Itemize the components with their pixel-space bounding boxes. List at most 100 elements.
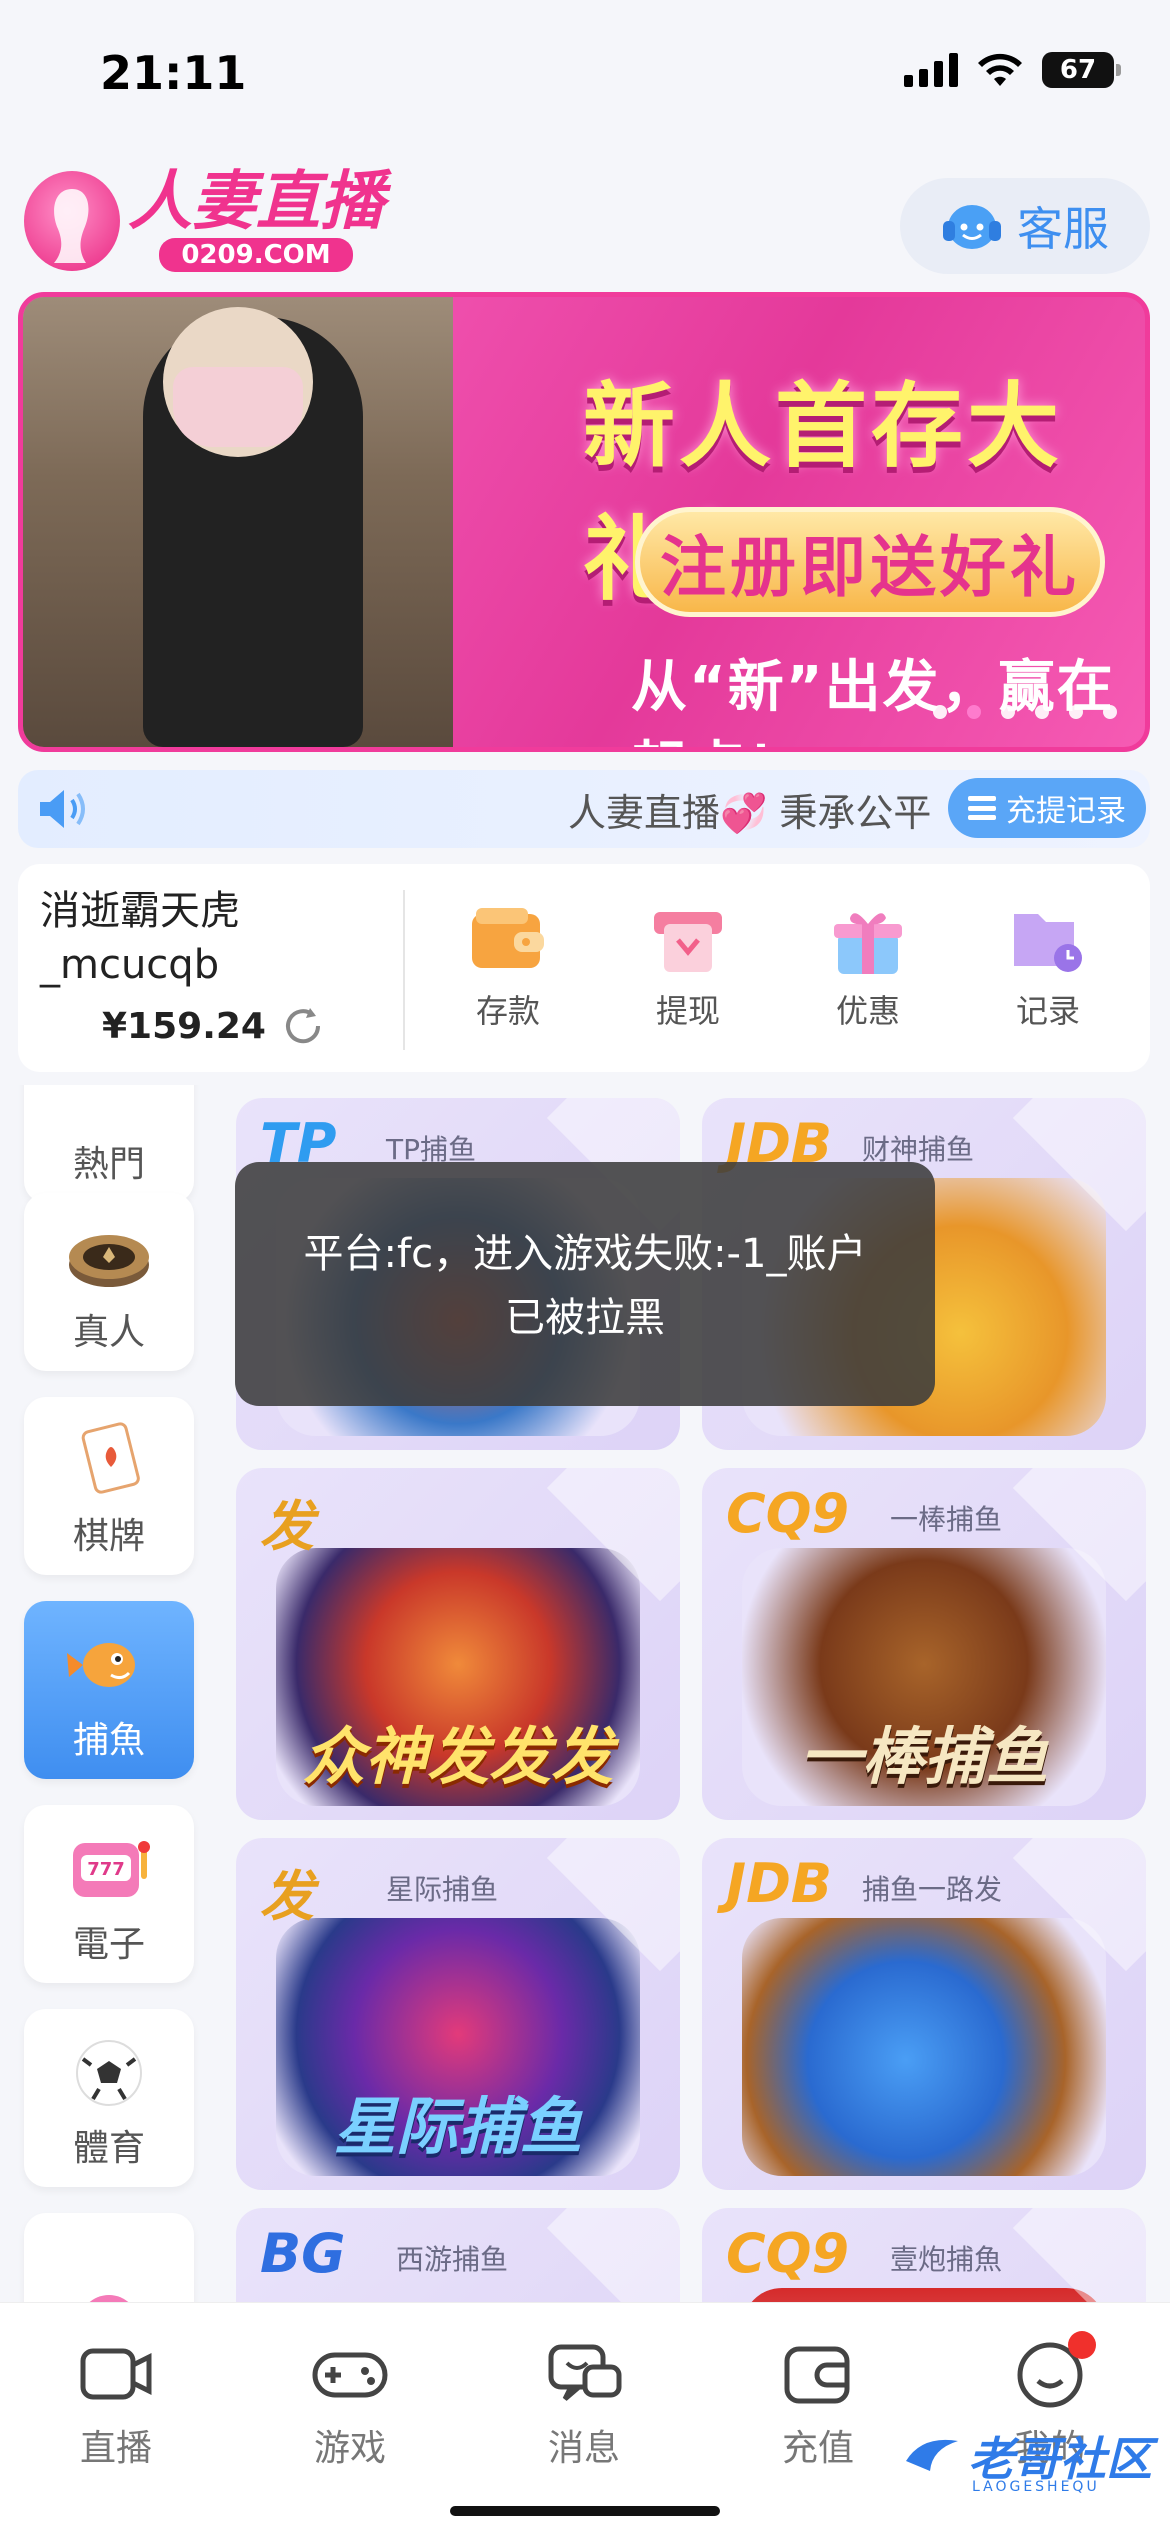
tab-recharge[interactable]: 充值 xyxy=(738,2337,898,2471)
withdraw-label: 提现 xyxy=(655,992,720,1030)
logo-emblem-icon xyxy=(24,171,120,271)
game-title: 星际捕鱼 xyxy=(333,2090,582,2163)
gamepad-icon xyxy=(312,2352,388,2398)
record-folder-icon xyxy=(1014,914,1082,972)
promotion-button[interactable]: 优惠 xyxy=(788,904,948,1032)
soccer-ball-icon xyxy=(76,2040,142,2106)
game-name: 捕鱼一路发 xyxy=(862,1873,1003,1906)
banner-photo xyxy=(23,297,453,747)
game-card-zhongshen[interactable]: 发 众神发发发 xyxy=(236,1468,680,1820)
customer-service-label: 客服 xyxy=(1017,202,1109,256)
category-live[interactable]: 真人 xyxy=(24,1193,194,1371)
battery-icon: 67 xyxy=(1042,52,1121,88)
banner-dot[interactable] xyxy=(1035,705,1049,719)
game-card-xingji[interactable]: 发 星际捕鱼 星际捕鱼 xyxy=(236,1838,680,2190)
category-sidebar: 熱門 真人 棋牌 捕魚 777 電子 體育 xyxy=(0,1085,220,2305)
banner-dot[interactable] xyxy=(1103,705,1117,719)
category-label: 捕魚 xyxy=(72,1720,145,1761)
category-sports[interactable]: 體育 xyxy=(24,2009,194,2187)
tab-label: 直播 xyxy=(79,2428,152,2469)
customer-service-button[interactable]: 客服 xyxy=(900,178,1150,274)
game-card-bg-xiyou[interactable]: BG 西游捕鱼 xyxy=(236,2208,680,2308)
game-brand-logo: CQ9 xyxy=(726,1482,850,1545)
category-slots[interactable]: 777 電子 xyxy=(24,1805,194,1983)
banner-pagination[interactable] xyxy=(933,705,1117,719)
username: 消逝霸天虎_mcucqb xyxy=(40,888,240,988)
tab-messages[interactable]: 消息 xyxy=(504,2337,664,2471)
category-label: 體育 xyxy=(72,2128,145,2169)
balance: ¥159.24 xyxy=(102,1006,266,1047)
message-icon xyxy=(548,2344,622,2401)
withdraw-button[interactable]: 提现 xyxy=(608,904,768,1032)
record-button-label: 充提记录 xyxy=(1006,794,1126,829)
tab-label: 游戏 xyxy=(313,2428,386,2469)
app-header: 人妻直播 0209.COM 客服 xyxy=(0,150,1170,290)
headset-icon xyxy=(943,205,1001,249)
game-brand-logo: 发 xyxy=(260,1495,314,1558)
tab-label: 充值 xyxy=(781,2428,854,2469)
records-button[interactable]: 记录 xyxy=(968,904,1128,1032)
wallet-icon xyxy=(472,908,544,968)
game-card-cq9-yibang[interactable]: CQ9 一棒捕鱼 一棒捕鱼 xyxy=(702,1468,1146,1820)
status-time: 21:11 xyxy=(100,46,247,100)
game-brand-logo: CQ9 xyxy=(726,2222,850,2285)
game-name: 壹炮捕魚 xyxy=(890,2243,1003,2276)
records-label: 记录 xyxy=(1015,992,1080,1030)
banner-dot[interactable] xyxy=(1001,705,1015,719)
watermark-subtext: LAOGESHEQU xyxy=(972,2479,1100,2495)
wallet-icon xyxy=(784,2346,850,2404)
marquee-text: 人妻直播💞 秉承公平 xyxy=(568,791,932,835)
game-card-cq9-yipao[interactable]: CQ9 壹炮捕魚 xyxy=(702,2208,1146,2308)
category-lottery[interactable]: 99 xyxy=(24,2213,194,2305)
watermark: 老哥社区 LAOGESHEQU xyxy=(902,2423,1152,2495)
promo-banner[interactable]: 新人首存大礼包 注册即送好礼 从“新”出发，赢在起点！ xyxy=(18,292,1150,752)
announcement-marquee[interactable]: 人妻直播💞 秉承公平 充提记录 xyxy=(18,770,1150,848)
watermark-logo-icon xyxy=(906,2439,958,2471)
account-actions: 存款 提现 优惠 记录 xyxy=(418,904,1138,1032)
game-name: 西游捕鱼 xyxy=(396,2243,509,2276)
refresh-icon[interactable] xyxy=(280,1004,326,1050)
game-title: 众神发发发 xyxy=(302,1720,613,1793)
game-title: 一棒捕鱼 xyxy=(799,1720,1048,1793)
notification-dot xyxy=(1068,2331,1096,2359)
divider xyxy=(403,890,405,1050)
hot-icon xyxy=(63,1085,155,1127)
category-label: 棋牌 xyxy=(72,1516,145,1557)
game-name: 星际捕鱼 xyxy=(386,1873,499,1906)
home-indicator xyxy=(450,2506,720,2516)
game-brand-logo: BG xyxy=(260,2222,346,2285)
signal-icon xyxy=(904,53,958,87)
game-brand-logo: 发 xyxy=(260,1865,314,1928)
error-toast: 平台:fc，进入游戏失败:-1_账户已被拉黑 xyxy=(235,1162,935,1406)
banner-slogan: 从“新”出发，赢在起点！ xyxy=(631,655,1115,747)
promotion-label: 优惠 xyxy=(835,992,900,1030)
banner-dot[interactable] xyxy=(933,705,947,719)
banner-dot[interactable] xyxy=(967,705,981,719)
deposit-withdraw-records-button[interactable]: 充提记录 xyxy=(948,778,1146,838)
category-cards[interactable]: 棋牌 xyxy=(24,1397,194,1575)
banner-dot[interactable] xyxy=(1069,705,1083,719)
category-label: 熱門 xyxy=(72,1144,145,1185)
logo-domain: 0209.COM xyxy=(159,238,353,272)
logo-title: 人妻直播 xyxy=(128,164,384,239)
speaker-icon xyxy=(40,790,85,828)
tab-live[interactable]: 直播 xyxy=(36,2337,196,2471)
category-label: 真人 xyxy=(72,1312,145,1353)
game-card-jdb-yilufa[interactable]: JDB 捕鱼一路发 xyxy=(702,1838,1146,2190)
app-logo: 人妻直播 0209.COM xyxy=(24,170,384,272)
deposit-button[interactable]: 存款 xyxy=(428,904,588,1032)
casino-chip-icon xyxy=(69,1235,149,1287)
status-bar: 21:11 67 xyxy=(0,0,1170,140)
tab-games[interactable]: 游戏 xyxy=(270,2337,430,2471)
category-label: 電子 xyxy=(72,1924,145,1965)
game-brand-logo: JDB xyxy=(726,1852,833,1915)
category-hot[interactable]: 熱門 xyxy=(24,1085,194,1203)
wifi-icon xyxy=(978,53,1022,86)
status-icons: 67 xyxy=(904,52,1121,88)
slot-machine-icon: 777 xyxy=(73,1841,150,1897)
game-name: 一棒捕鱼 xyxy=(890,1503,1003,1536)
banner-pill-text: 注册即送好礼 xyxy=(660,529,1080,606)
account-card: 消逝霸天虎_mcucqb ¥159.24 存款 提现 优惠 记录 xyxy=(18,864,1150,1072)
deposit-label: 存款 xyxy=(475,992,540,1030)
category-fishing[interactable]: 捕魚 xyxy=(24,1601,194,1779)
